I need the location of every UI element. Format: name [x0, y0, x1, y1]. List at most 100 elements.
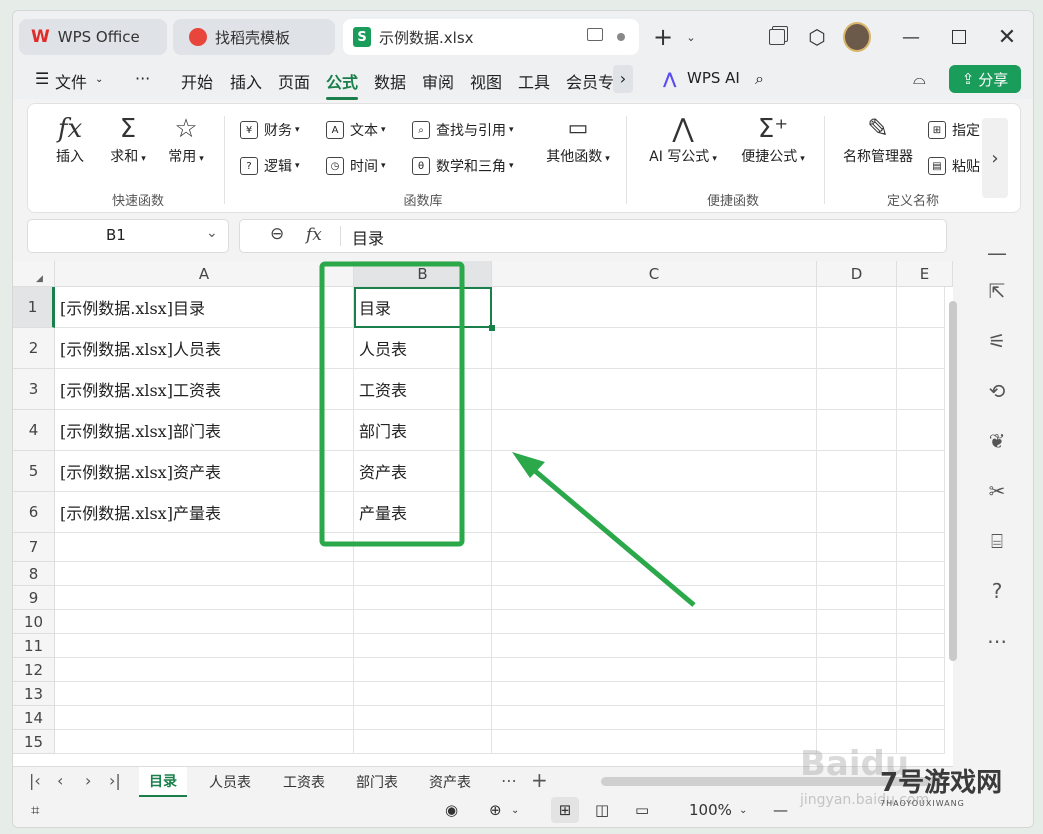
empty-cell[interactable]	[817, 586, 897, 610]
menu-home[interactable]: 开始	[181, 69, 213, 93]
cell-b[interactable]: 部门表	[354, 410, 492, 451]
cell-a[interactable]: [示例数据.xlsx]人员表	[55, 328, 354, 369]
eye-protect-icon[interactable]: ◉	[445, 801, 458, 819]
help-icon[interactable]: ?	[983, 577, 1011, 605]
cell-a[interactable]: [示例数据.xlsx]产量表	[55, 492, 354, 533]
row-header[interactable]: 3	[13, 369, 55, 410]
tab-list-chevron-icon[interactable]: ⌄	[677, 23, 705, 51]
collapse-panel-icon[interactable]: —	[983, 239, 1011, 267]
cell-a[interactable]: [示例数据.xlsx]部门表	[55, 410, 354, 451]
row-header[interactable]: 8	[13, 562, 55, 586]
maximize-icon[interactable]	[945, 23, 973, 51]
chat-icon[interactable]: ⌓	[913, 69, 926, 89]
name-box[interactable]: B1 ⌄	[27, 219, 229, 253]
row-header[interactable]: 10	[13, 610, 55, 634]
empty-cell[interactable]	[817, 658, 897, 682]
row-header[interactable]: 1	[13, 287, 55, 328]
sheet-tab-assets[interactable]: 资产表	[429, 767, 471, 797]
menu-member[interactable]: 会员专	[566, 69, 618, 93]
image-edit-icon[interactable]: ❦	[983, 427, 1011, 455]
close-icon[interactable]: ✕	[993, 23, 1021, 51]
active-cell-b1[interactable]: 目录	[354, 287, 492, 328]
row-header[interactable]: 12	[13, 658, 55, 682]
minimize-icon[interactable]: —	[897, 23, 925, 51]
zoom-level[interactable]: 100%	[689, 801, 732, 819]
window-switch-icon[interactable]	[763, 23, 791, 51]
cursor-select-icon[interactable]: ⇱	[983, 277, 1011, 305]
crosshair-chevron-icon[interactable]: ⌄	[511, 805, 519, 816]
empty-cell[interactable]	[55, 706, 354, 730]
hamburger-icon[interactable]: ☰	[35, 69, 49, 88]
menu-data[interactable]: 数据	[374, 69, 406, 93]
empty-cell[interactable]	[492, 658, 817, 682]
empty-cell[interactable]	[55, 610, 354, 634]
select-all-corner[interactable]: ◢	[13, 261, 55, 287]
lookup-button[interactable]: ⌕ 查找与引用 ▾	[412, 120, 514, 140]
row-header[interactable]: 14	[13, 706, 55, 730]
zoom-formula-icon[interactable]: ⊖	[270, 224, 284, 244]
vertical-scrollbar[interactable]	[949, 301, 957, 661]
name-box-chevron-icon[interactable]: ⌄	[206, 225, 218, 241]
empty-cell[interactable]	[354, 682, 492, 706]
page-break-view-icon[interactable]: ◫	[595, 801, 609, 819]
cell-b[interactable]: 资产表	[354, 451, 492, 492]
tab-workbook[interactable]: S 示例数据.xlsx	[343, 19, 639, 55]
empty-cell[interactable]	[354, 658, 492, 682]
normal-view-icon[interactable]: ⊞	[551, 797, 579, 823]
menu-page[interactable]: 页面	[278, 69, 310, 93]
empty-cell[interactable]	[817, 287, 897, 328]
column-header-d[interactable]: D	[817, 261, 897, 287]
empty-cell[interactable]	[897, 328, 945, 369]
menu-file[interactable]: 文件	[55, 69, 87, 93]
empty-cell[interactable]	[817, 610, 897, 634]
text-button[interactable]: A 文本 ▾	[326, 120, 386, 140]
row-header[interactable]: 2	[13, 328, 55, 369]
cell-a[interactable]: [示例数据.xlsx]工资表	[55, 369, 354, 410]
row-header[interactable]: 11	[13, 634, 55, 658]
paste-name-button[interactable]: ▤ 粘贴	[928, 156, 986, 176]
empty-cell[interactable]	[55, 634, 354, 658]
fx-icon[interactable]: fx	[306, 225, 322, 245]
empty-cell[interactable]	[817, 634, 897, 658]
wps-ai-icon[interactable]: ⋀	[663, 69, 676, 88]
empty-cell[interactable]	[354, 706, 492, 730]
empty-cell[interactable]	[897, 492, 945, 533]
empty-cell[interactable]	[492, 706, 817, 730]
cell-a[interactable]: [示例数据.xlsx]目录	[55, 287, 354, 328]
sum-button[interactable]: Σ 求和 ▾	[98, 112, 158, 166]
empty-cell[interactable]	[817, 369, 897, 410]
zoom-out-icon[interactable]: —	[773, 801, 788, 819]
empty-cell[interactable]	[492, 328, 817, 369]
menu-wps-ai[interactable]: WPS AI	[687, 69, 740, 87]
empty-cell[interactable]	[817, 410, 897, 451]
name-manager-button[interactable]: ✎ 名称管理器	[836, 112, 920, 166]
empty-cell[interactable]	[354, 730, 492, 754]
menu-formula[interactable]: 公式	[326, 69, 359, 100]
row-header[interactable]: 15	[13, 730, 55, 754]
empty-cell[interactable]	[897, 533, 945, 562]
empty-cell[interactable]	[817, 451, 897, 492]
specify-button[interactable]: ⊞ 指定	[928, 120, 986, 140]
cell-a[interactable]: [示例数据.xlsx]资产表	[55, 451, 354, 492]
cell-b[interactable]: 产量表	[354, 492, 492, 533]
prev-sheet-icon[interactable]: ‹	[57, 771, 63, 790]
sheet-tab-catalog[interactable]: 目录	[139, 767, 187, 797]
sheet-tab-department[interactable]: 部门表	[356, 767, 398, 797]
empty-cell[interactable]	[354, 533, 492, 562]
empty-cell[interactable]	[897, 287, 945, 328]
column-header-e[interactable]: E	[897, 261, 953, 287]
empty-cell[interactable]	[354, 634, 492, 658]
empty-cell[interactable]	[55, 586, 354, 610]
avatar[interactable]	[843, 22, 871, 52]
empty-cell[interactable]	[897, 682, 945, 706]
ai-formula-button[interactable]: ⋀ AI 写公式 ▾	[642, 112, 724, 166]
empty-cell[interactable]	[55, 533, 354, 562]
row-header[interactable]: 7	[13, 533, 55, 562]
search-icon[interactable]: ⌕	[755, 69, 764, 89]
spreadsheet-grid[interactable]: ◢ A B C D E 1 [示例数据.xlsx]目录 目录 2 [示例数据.xlsx]…	[13, 261, 957, 766]
empty-cell[interactable]	[897, 562, 945, 586]
macro-icon[interactable]: ⌗	[31, 801, 39, 819]
empty-cell[interactable]	[897, 634, 945, 658]
column-header-c[interactable]: C	[492, 261, 817, 287]
monitor-icon[interactable]	[587, 28, 603, 41]
